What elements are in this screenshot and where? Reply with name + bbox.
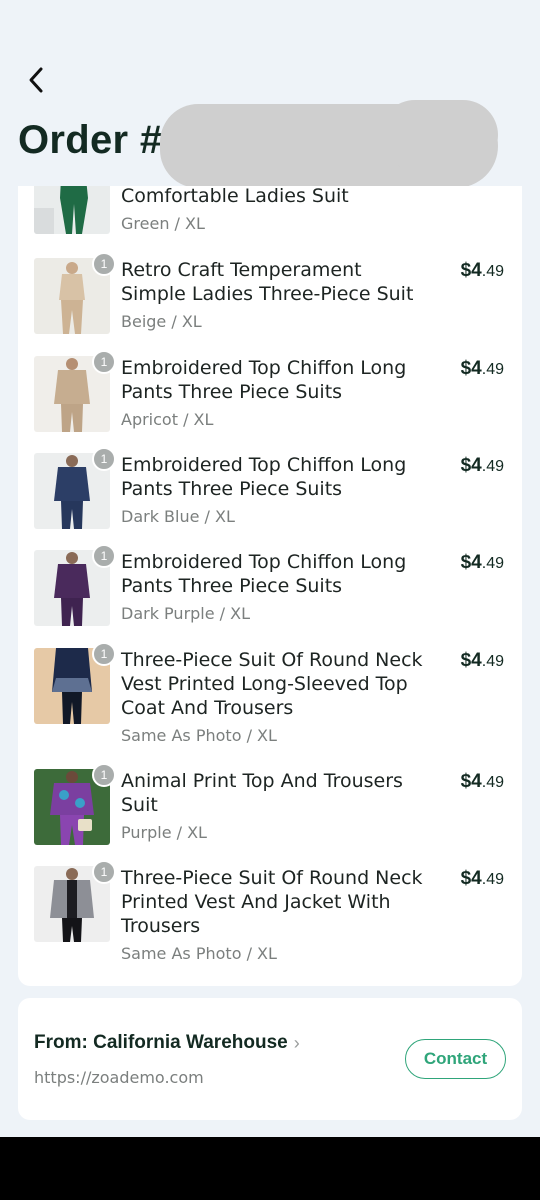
product-price: $4.49 xyxy=(460,650,504,671)
product-variant: Beige / XL xyxy=(121,312,202,331)
page-title: Order # xyxy=(18,118,163,162)
chevron-left-icon xyxy=(29,67,43,93)
product-variant: Same As Photo / XL xyxy=(121,944,277,963)
redacted-order-number xyxy=(160,100,498,188)
product-variant: Apricot / XL xyxy=(121,410,214,429)
product-name: Comfortable Ladies Suit xyxy=(121,186,349,207)
warehouse-link[interactable]: From: California Warehouse › xyxy=(34,1032,300,1054)
product-price: $4.49 xyxy=(460,868,504,889)
product-price: $4.49 xyxy=(460,552,504,573)
product-price: $4.49 xyxy=(460,455,504,476)
contact-button[interactable]: Contact xyxy=(405,1039,506,1079)
product-image xyxy=(34,186,110,234)
product-name: Three-Piece Suit Of Round Neck Printed V… xyxy=(121,867,423,937)
product-variant: Same As Photo / XL xyxy=(121,726,277,745)
quantity-badge: 1 xyxy=(92,447,116,471)
product-name: Embroidered Top Chiffon Long Pants Three… xyxy=(121,551,407,597)
chevron-right-icon: › xyxy=(293,1032,300,1053)
product-price: $4.49 xyxy=(460,771,504,792)
store-url: https://zoademo.com xyxy=(34,1068,204,1087)
product-name: Embroidered Top Chiffon Long Pants Three… xyxy=(121,357,407,403)
back-button[interactable] xyxy=(20,62,52,98)
system-navigation-bar xyxy=(0,1137,540,1200)
product-name: Embroidered Top Chiffon Long Pants Three… xyxy=(121,454,407,500)
product-variant: Dark Blue / XL xyxy=(121,507,235,526)
product-name: Retro Craft Temperament Simple Ladies Th… xyxy=(121,259,414,305)
product-name: Animal Print Top And Trousers Suit xyxy=(121,770,403,816)
product-variant: Dark Purple / XL xyxy=(121,604,251,623)
product-variant: Purple / XL xyxy=(121,823,207,842)
quantity-badge: 1 xyxy=(92,252,116,276)
quantity-badge: 1 xyxy=(92,350,116,374)
product-name: Three-Piece Suit Of Round Neck Vest Prin… xyxy=(121,649,423,719)
quantity-badge: 1 xyxy=(92,642,116,666)
product-price: $4.49 xyxy=(460,358,504,379)
product-variant: Green / XL xyxy=(121,214,205,233)
quantity-badge: 1 xyxy=(92,763,116,787)
warehouse-label: From: California Warehouse xyxy=(34,1032,288,1053)
order-items-card: Comfortable Ladies Suit Green / XL 1 Ret… xyxy=(18,186,522,986)
product-price: $4.49 xyxy=(460,260,504,281)
warehouse-card: From: California Warehouse › https://zoa… xyxy=(18,998,522,1120)
quantity-badge: 1 xyxy=(92,860,116,884)
quantity-badge: 1 xyxy=(92,544,116,568)
